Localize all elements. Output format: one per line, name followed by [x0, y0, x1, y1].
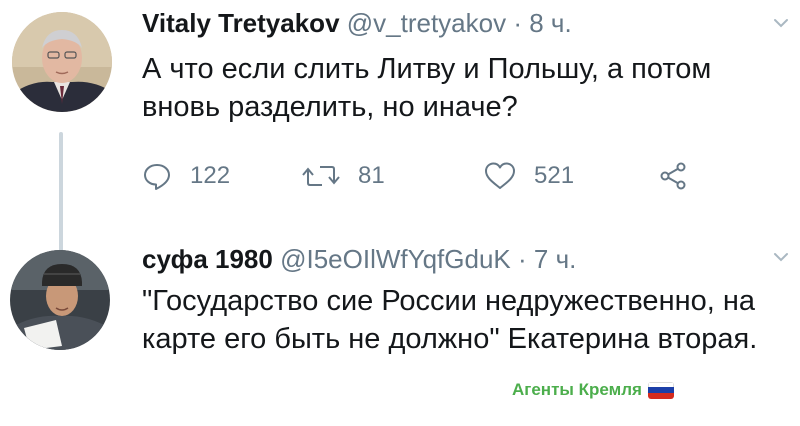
share-button[interactable]: [658, 156, 688, 196]
author-name[interactable]: Vitaly Tretyakov: [142, 8, 340, 38]
reply-count: 122: [190, 162, 231, 189]
tweet-time[interactable]: 8 ч.: [529, 8, 571, 38]
tweet-actions: 122 81 521: [142, 156, 702, 196]
watermark: Агенты Кремля: [512, 380, 674, 400]
like-count: 521: [534, 162, 575, 189]
retweet-icon: [302, 166, 340, 186]
tweet-header: Vitaly Tretyakov @v_tretyakov · 8 ч.: [142, 8, 572, 38]
retweet-count: 81: [358, 162, 385, 189]
avatar-sufa-1980[interactable]: [10, 250, 110, 350]
reply-icon: [144, 164, 170, 190]
tweet-1[interactable]: Vitaly Tretyakov @v_tretyakov · 8 ч. А ч…: [0, 0, 800, 252]
avatar-vitaly-tretyakov[interactable]: [12, 12, 112, 112]
russian-flag-icon: [647, 381, 674, 399]
chevron-down-icon[interactable]: [772, 248, 790, 266]
tweet-header: суфа 1980 @I5eOIlWfYqfGduK · 7 ч.: [142, 244, 576, 274]
reply-button[interactable]: 122: [142, 156, 230, 196]
tweet-text: "Государство сие России недружественно, …: [142, 285, 758, 355]
heart-icon: [485, 162, 515, 189]
chevron-down-icon[interactable]: [772, 14, 790, 32]
share-icon: [660, 162, 686, 190]
author-handle[interactable]: @I5eOIlWfYqfGduK: [280, 244, 511, 274]
retweet-button[interactable]: 81: [302, 156, 385, 196]
like-button[interactable]: 521: [484, 156, 574, 196]
profile-photo-icon: [10, 250, 110, 350]
author-name[interactable]: суфа 1980: [142, 244, 273, 274]
tweet-time[interactable]: 7 ч.: [534, 244, 576, 274]
header-separator: ·: [517, 244, 527, 274]
watermark-text: Агенты Кремля: [512, 380, 642, 399]
profile-photo-icon: [12, 12, 112, 112]
tweet-text: А что если слить Литву и Польшу, а потом…: [142, 53, 712, 123]
header-separator: ·: [513, 8, 523, 38]
tweet-2[interactable]: суфа 1980 @I5eOIlWfYqfGduK · 7 ч. "Госуд…: [0, 230, 800, 426]
author-handle[interactable]: @v_tretyakov: [347, 8, 506, 38]
